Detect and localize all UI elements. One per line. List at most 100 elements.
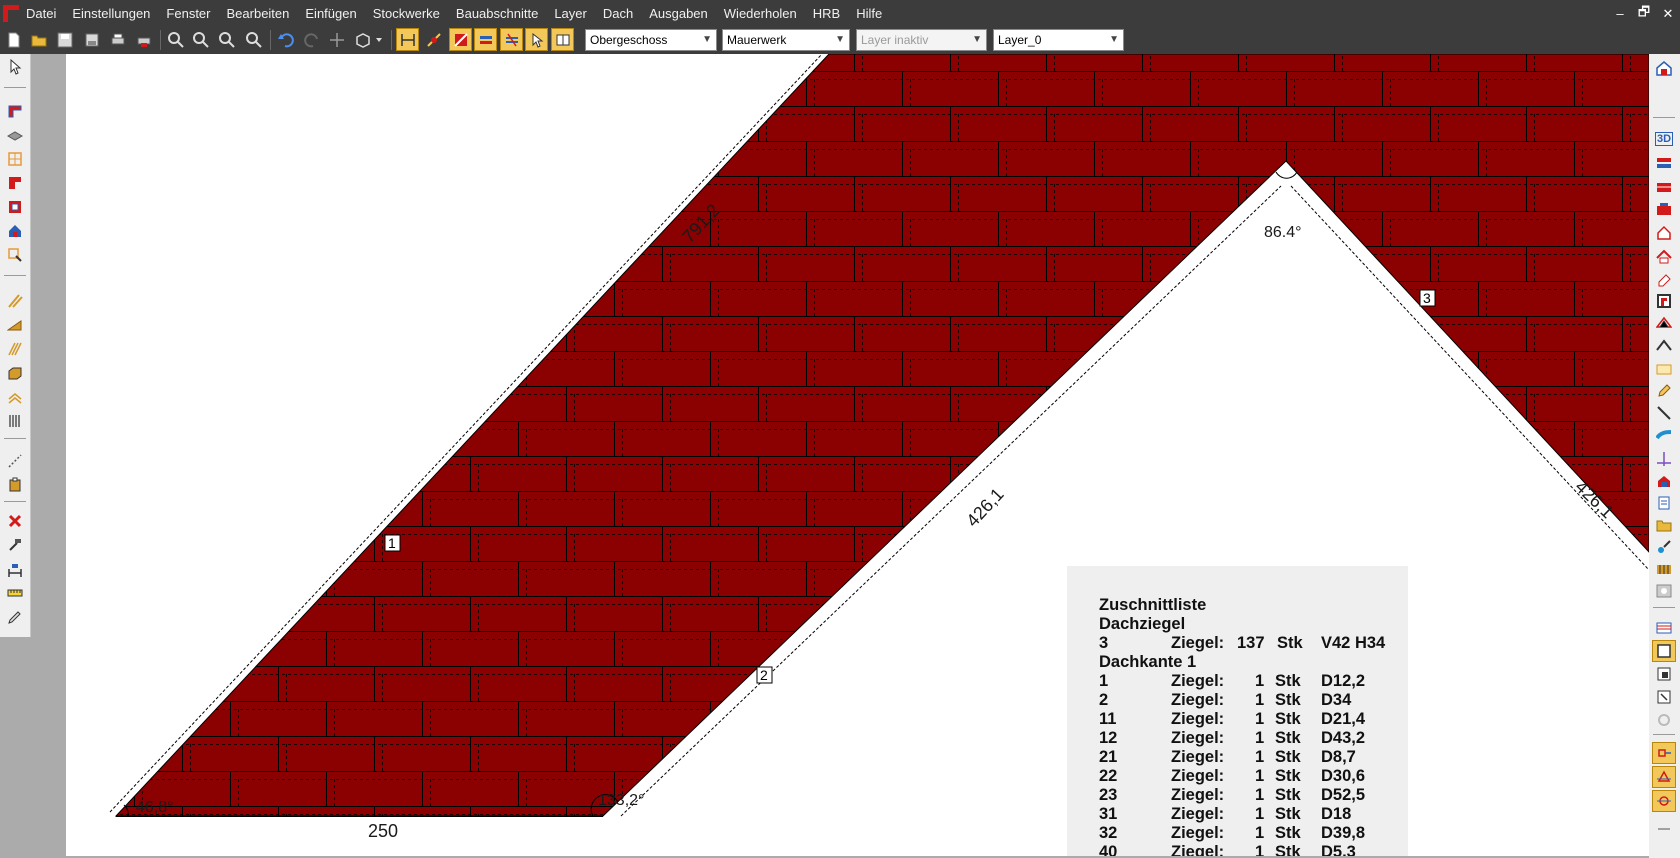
snap-point-button[interactable] — [422, 28, 445, 51]
hatch-tool-button[interactable] — [500, 28, 523, 51]
house-button[interactable] — [3, 220, 27, 242]
room-button[interactable] — [3, 196, 27, 218]
window-element-button[interactable] — [3, 148, 27, 170]
measure-button[interactable] — [3, 558, 27, 580]
layer-tool-button[interactable] — [474, 28, 497, 51]
slab-button[interactable] — [3, 124, 27, 146]
snap-grid-button[interactable] — [396, 28, 419, 51]
floorplan-view-button[interactable] — [1652, 152, 1676, 174]
menu-bearbeiten[interactable]: Bearbeiten — [219, 0, 298, 27]
document-button[interactable] — [1652, 492, 1676, 514]
battens-button[interactable] — [3, 410, 27, 432]
zoom-out-button[interactable] — [189, 28, 212, 51]
menu-einfuegen[interactable]: Einfügen — [297, 0, 364, 27]
menu-einstellungen[interactable]: Einstellungen — [64, 0, 158, 27]
zoom-window-button[interactable] — [215, 28, 238, 51]
stairs-button[interactable] — [3, 582, 27, 604]
view-cube-button[interactable] — [351, 28, 374, 51]
view-house-button[interactable] — [1652, 57, 1676, 79]
delete-button[interactable] — [3, 510, 27, 532]
snap-end-button[interactable] — [1652, 742, 1676, 764]
roof-button[interactable] — [3, 290, 27, 312]
select-area-button[interactable] — [3, 244, 27, 266]
column-button[interactable] — [3, 172, 27, 194]
material-button[interactable] — [3, 606, 27, 628]
pencil-button[interactable] — [1652, 380, 1676, 402]
menu-wiederholen[interactable]: Wiederholen — [716, 0, 805, 27]
save-button[interactable] — [53, 28, 76, 51]
roof-outline-button[interactable] — [1652, 335, 1676, 357]
render-button[interactable] — [1652, 580, 1676, 602]
zoom-in-button[interactable] — [164, 28, 187, 51]
roof-truss-button[interactable] — [1652, 312, 1676, 334]
undo-button[interactable] — [274, 28, 297, 51]
snap-more-button[interactable] — [1652, 814, 1676, 836]
layer-select[interactable]: Layer_0 ▼ — [993, 29, 1124, 51]
view-3d-button[interactable]: 3D — [1652, 128, 1676, 150]
dimension-line-button[interactable] — [3, 450, 27, 472]
railing-button[interactable] — [1652, 558, 1676, 580]
cut-list-panel[interactable]: Zuschnittliste Dachziegel 3 Ziegel: 137 … — [1067, 566, 1408, 856]
zoom-all-button[interactable] — [242, 28, 265, 51]
menu-datei[interactable]: Datei — [18, 0, 64, 27]
layer-state-select[interactable]: Layer inaktiv ▼ — [856, 29, 987, 51]
save-as-button[interactable] — [80, 28, 103, 51]
menu-hrb[interactable]: HRB — [805, 0, 848, 27]
wall-tool-button[interactable] — [449, 28, 472, 51]
material-select[interactable]: Mauerwerk ▼ — [722, 29, 850, 51]
pointer-tool-button[interactable] — [3, 56, 27, 78]
restore-button[interactable]: 🗗 — [1636, 3, 1652, 25]
roof-surface[interactable] — [114, 54, 1649, 817]
frame-small-button[interactable] — [1652, 663, 1676, 685]
section-view-button[interactable] — [1652, 176, 1676, 198]
axis-button[interactable] — [1652, 448, 1676, 470]
floor-select[interactable]: Obergeschoss ▼ — [585, 29, 717, 51]
connector-button[interactable] — [1652, 536, 1676, 558]
open-file-button[interactable] — [27, 28, 50, 51]
text-box-button[interactable] — [1652, 358, 1676, 380]
menu-fenster[interactable]: Fenster — [158, 0, 218, 27]
roof-drawing[interactable]: 791,2 426,1 426,1 250 46,8° 133,2° 86.4°… — [66, 54, 1649, 856]
pipe-button[interactable] — [1652, 425, 1676, 447]
resize-button[interactable] — [1652, 686, 1676, 708]
frame-button[interactable] — [1652, 640, 1676, 662]
menu-bauabschnitte[interactable]: Bauabschnitte — [448, 0, 546, 27]
wall-profile-button[interactable] — [1652, 290, 1676, 312]
cut-list-button[interactable] — [3, 474, 27, 496]
folder-button[interactable] — [1652, 514, 1676, 536]
menu-stockwerke[interactable]: Stockwerke — [365, 0, 448, 27]
menu-layer[interactable]: Layer — [546, 0, 595, 27]
snap-middle-button[interactable] — [1652, 766, 1676, 788]
beam-button[interactable] — [3, 362, 27, 384]
dormer-button[interactable] — [3, 386, 27, 408]
menu-ausgaben[interactable]: Ausgaben — [641, 0, 716, 27]
menu-hilfe[interactable]: Hilfe — [848, 0, 890, 27]
print-button[interactable] — [106, 28, 129, 51]
new-file-button[interactable] — [2, 28, 25, 51]
rafter-button[interactable] — [3, 338, 27, 360]
roof-window-button[interactable] — [3, 314, 27, 336]
minimize-button[interactable]: – — [1612, 6, 1628, 21]
drawing-canvas[interactable]: 791,2 426,1 426,1 250 46,8° 133,2° 86.4°… — [66, 54, 1649, 856]
edge-marker-1[interactable]: 1 — [384, 534, 401, 552]
view-dropdown-button[interactable] — [373, 28, 385, 51]
elevation-view-button[interactable] — [1652, 198, 1676, 220]
object-library-button[interactable] — [551, 28, 574, 51]
print-preview-button[interactable] — [132, 28, 155, 51]
pan-button[interactable] — [325, 28, 348, 51]
close-button[interactable]: ✕ — [1660, 6, 1676, 22]
building-button[interactable] — [1652, 470, 1676, 492]
menu-dach[interactable]: Dach — [595, 0, 641, 27]
edge-marker-3[interactable]: 3 — [1419, 289, 1436, 307]
edge-marker-2[interactable]: 2 — [756, 666, 773, 684]
wall-button[interactable] — [3, 100, 27, 122]
edit-tool-button[interactable] — [3, 534, 27, 556]
line-button[interactable] — [1652, 402, 1676, 424]
house-roof-button[interactable] — [1652, 246, 1676, 268]
redo-button[interactable] — [300, 28, 323, 51]
select-tool-button[interactable] — [525, 28, 548, 51]
house-outline-button[interactable] — [1652, 222, 1676, 244]
table-button[interactable] — [1652, 617, 1676, 639]
snap-center-button[interactable] — [1652, 790, 1676, 812]
cycle-button[interactable] — [1652, 709, 1676, 731]
